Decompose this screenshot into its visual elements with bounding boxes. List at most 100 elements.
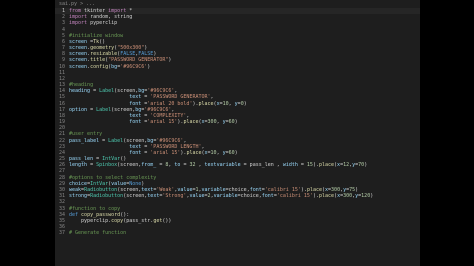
code-token: place xyxy=(186,149,202,156)
code-token: 'PASSWORD LENGTH' xyxy=(150,143,202,150)
code-token: "PASSWORD GENERATOR" xyxy=(108,57,169,64)
code-token: strong xyxy=(69,193,88,200)
code-token: #heading xyxy=(69,82,94,89)
code-token: 'COMPLEXITY' xyxy=(150,112,187,119)
code-token: 300 xyxy=(343,193,353,200)
code-token: #initialize window xyxy=(69,32,124,39)
code-token: = xyxy=(156,162,166,169)
code-editor-window: sai.py > ... 1 from tkinter import * 2 impo… xyxy=(55,0,420,266)
code-token: #options to select complexity xyxy=(69,174,157,181)
code-token: Label xyxy=(96,106,112,113)
code-token: (screen, xyxy=(117,162,142,169)
code-token: 'arial 20 bold' xyxy=(147,100,193,107)
code-token: screen xyxy=(69,57,88,64)
code-token: = xyxy=(141,94,151,101)
code-token: =choice, xyxy=(225,186,250,193)
code-token: ) xyxy=(364,162,368,169)
code-token: ) xyxy=(153,51,157,58)
code-token: = xyxy=(87,162,97,169)
code-token: * xyxy=(126,8,133,14)
code-token: , xyxy=(171,106,175,113)
code-token: Label xyxy=(99,88,115,95)
code-token: def xyxy=(69,211,79,218)
code-token: FALSE xyxy=(138,51,154,58)
code-token: geometry xyxy=(90,45,115,52)
code-token: # Generate function xyxy=(69,230,127,237)
breadcrumb[interactable]: sai.py > ... xyxy=(55,0,420,8)
code-token: IntVar xyxy=(90,180,109,187)
code-token: font xyxy=(129,149,142,156)
code-token: ) xyxy=(243,100,247,107)
code-token: 'Weak' xyxy=(156,186,175,193)
code-token: textvariable xyxy=(204,162,241,169)
code-token: ) xyxy=(147,63,151,70)
code-token: place xyxy=(318,193,335,200)
code-token: (screen, xyxy=(123,137,148,144)
code-token: screen xyxy=(69,45,88,52)
code-token: ) xyxy=(370,193,374,200)
code-token: "500x300" xyxy=(117,45,145,52)
code-token: ) xyxy=(168,57,172,64)
code-token: = pass_len , xyxy=(240,162,283,169)
code-token: choice xyxy=(69,180,88,187)
code-token: (screen, xyxy=(111,106,136,113)
code-token: value xyxy=(189,193,205,200)
code-text: # Generate function xyxy=(69,230,126,236)
code-token: from xyxy=(69,8,82,14)
code-token: config xyxy=(90,63,109,70)
code-token: length xyxy=(69,162,88,169)
code-token: , xyxy=(195,162,205,169)
code-token: 'Strong' xyxy=(162,193,187,200)
code-token: weak xyxy=(69,186,82,193)
code-token: , xyxy=(183,137,187,144)
code-token: = xyxy=(141,143,151,150)
code-token: , xyxy=(174,88,178,95)
code-token: ) xyxy=(355,186,359,193)
code-token: '#96C9C6' xyxy=(144,106,172,113)
code-token: tkinter xyxy=(81,8,109,14)
code-token: (pass_str. xyxy=(123,217,154,224)
code-token: font xyxy=(261,193,274,200)
code-token: pyperclip xyxy=(87,20,118,27)
code-token: =choice, xyxy=(237,193,262,200)
code-token: variable xyxy=(213,193,238,200)
code-token: copy xyxy=(111,217,124,224)
code-token: = xyxy=(141,149,151,156)
code-token: = xyxy=(99,137,109,144)
code-token: = xyxy=(297,162,307,169)
code-token: variable xyxy=(201,186,226,193)
code-token: (screen, xyxy=(123,193,148,200)
code-token: option xyxy=(69,106,88,113)
code-token: 'arial 15' xyxy=(150,149,181,156)
code-token: ) xyxy=(141,180,145,187)
code-token: place xyxy=(183,119,199,126)
code-token: text xyxy=(129,94,142,101)
code-token: 'calibri 15' xyxy=(264,186,301,193)
code-token: (screen, xyxy=(114,88,139,95)
code-editor[interactable]: 1 from tkinter import * 2 import random, st… xyxy=(55,8,420,266)
code-token: font xyxy=(129,100,142,107)
code-token: '#96C9C6' xyxy=(147,88,175,95)
code-token: , xyxy=(201,143,205,150)
code-token: 300 xyxy=(207,119,217,126)
code-line[interactable]: 37 # Generate function xyxy=(55,230,420,236)
code-token: ) xyxy=(234,149,238,156)
code-token: text xyxy=(129,143,142,150)
code-token: Label xyxy=(108,137,124,144)
code-token: #user entry xyxy=(69,131,103,138)
code-token: = xyxy=(141,112,151,119)
code-token: , xyxy=(210,94,214,101)
code-token: 'calibri 15' xyxy=(276,193,313,200)
code-token: import xyxy=(69,20,88,27)
code-token: place xyxy=(306,186,322,193)
code-token: text xyxy=(141,186,154,193)
code-token: value xyxy=(177,186,193,193)
code-token: width xyxy=(282,162,298,169)
code-token: 300 xyxy=(331,186,341,193)
code-token: pass_len xyxy=(69,156,94,163)
code-token: IntVar xyxy=(102,156,121,163)
